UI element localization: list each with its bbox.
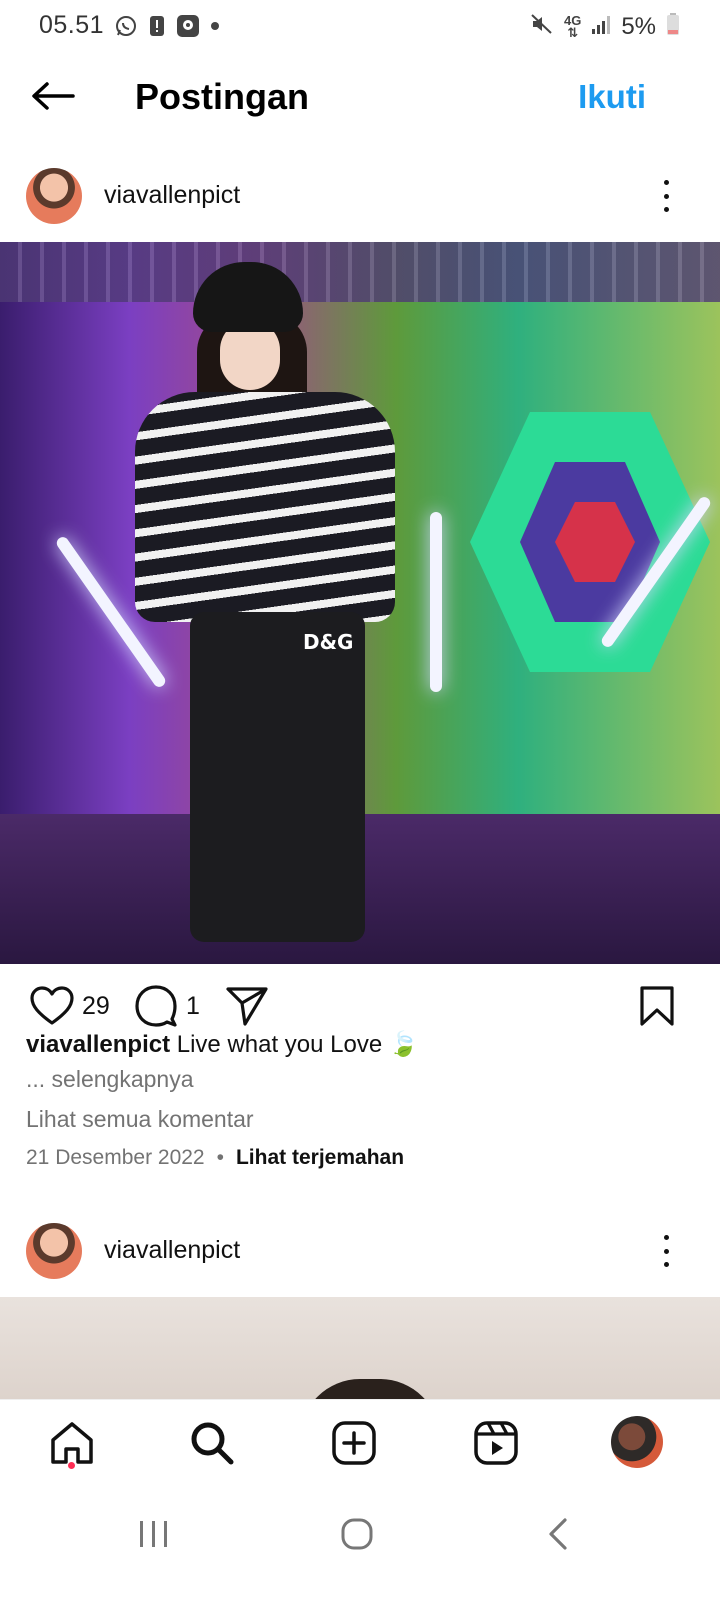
home-icon (51, 1422, 93, 1464)
see-translation-link[interactable]: Lihat terjemahan (236, 1146, 404, 1170)
post-header: viavallenpict (0, 156, 720, 236)
dot-icon (210, 14, 220, 43)
battery-percent: 5% (621, 12, 656, 40)
status-notification-icons (114, 14, 220, 43)
meta-separator: • (216, 1146, 224, 1169)
status-time: 05.51 (39, 11, 105, 39)
bottom-navigation (0, 1399, 720, 1483)
avatar[interactable] (26, 168, 82, 224)
save-button[interactable] (640, 984, 674, 1028)
see-more-link[interactable]: ... selengkapnya (26, 1066, 194, 1093)
create-icon (332, 1421, 376, 1465)
avatar[interactable] (26, 1223, 82, 1279)
signal-icon (591, 13, 611, 40)
comments-count[interactable]: 1 (186, 992, 200, 1021)
send-icon (226, 987, 268, 1026)
search-icon (191, 1422, 234, 1465)
like-button[interactable]: 29 (30, 984, 110, 1028)
share-button[interactable] (226, 984, 268, 1028)
nav-home-button[interactable] (47, 1418, 97, 1468)
post-username[interactable]: viavallenpict (104, 181, 240, 210)
post-caption: viavallenpict Live what you Love 🍃 (26, 1030, 696, 1059)
battery-icon (666, 12, 680, 41)
system-back-button[interactable] (528, 1504, 588, 1564)
nav-create-button[interactable] (329, 1418, 379, 1468)
app-notification-icon (176, 14, 200, 43)
back-button[interactable] (28, 74, 78, 118)
post-image[interactable]: D&G (0, 242, 720, 964)
more-dots-icon (663, 1235, 669, 1240)
post-image-next[interactable] (0, 1297, 720, 1399)
system-navigation-bar (0, 1484, 720, 1600)
recent-apps-icon (140, 1521, 167, 1547)
nav-reels-button[interactable] (471, 1418, 521, 1468)
status-system-icons: 4G ⇅ 5% (530, 12, 680, 41)
view-all-comments-link[interactable]: Lihat semua komentar (26, 1106, 254, 1133)
whatsapp-icon (114, 14, 138, 43)
comment-button[interactable]: 1 (134, 984, 200, 1028)
likes-count[interactable]: 29 (82, 992, 110, 1021)
more-options-button[interactable] (656, 176, 676, 216)
follow-button[interactable]: Ikuti (578, 78, 646, 116)
heart-icon (30, 986, 74, 1025)
system-home-button[interactable] (327, 1504, 387, 1564)
4g-icon: 4G ⇅ (563, 12, 582, 40)
post-date: 21 Desember 2022 (26, 1146, 205, 1169)
photo-subject: D&G (135, 262, 395, 962)
nav-search-button[interactable] (187, 1418, 237, 1468)
more-dots-icon (663, 180, 669, 185)
caption-text: Live what you Love 🍃 (176, 1031, 419, 1058)
network-type: 4G (563, 12, 582, 28)
more-options-button[interactable] (656, 1231, 676, 1271)
arrow-left-icon (32, 82, 75, 110)
notification-dot (68, 1462, 75, 1469)
post-username[interactable]: viavallenpict (104, 1236, 240, 1265)
bookmark-icon (640, 986, 674, 1026)
back-icon (549, 1518, 567, 1550)
home-button-icon (341, 1518, 373, 1550)
page-title: Postingan (135, 76, 310, 117)
image-text: D&G (303, 630, 354, 654)
mute-icon (530, 12, 554, 41)
post-meta: 21 Desember 2022 • Lihat terjemahan (26, 1146, 404, 1170)
reels-icon (474, 1421, 518, 1465)
caption-username[interactable]: viavallenpict (26, 1031, 170, 1058)
recent-apps-button[interactable] (124, 1504, 184, 1564)
alert-icon (148, 14, 166, 43)
comment-icon (135, 985, 177, 1027)
post-header-next: viavallenpict (0, 1211, 720, 1291)
status-bar: 05.51 4G ⇅ 5% (0, 0, 720, 52)
top-app-bar: Postingan Ikuti (0, 56, 720, 140)
profile-avatar[interactable] (611, 1416, 663, 1468)
